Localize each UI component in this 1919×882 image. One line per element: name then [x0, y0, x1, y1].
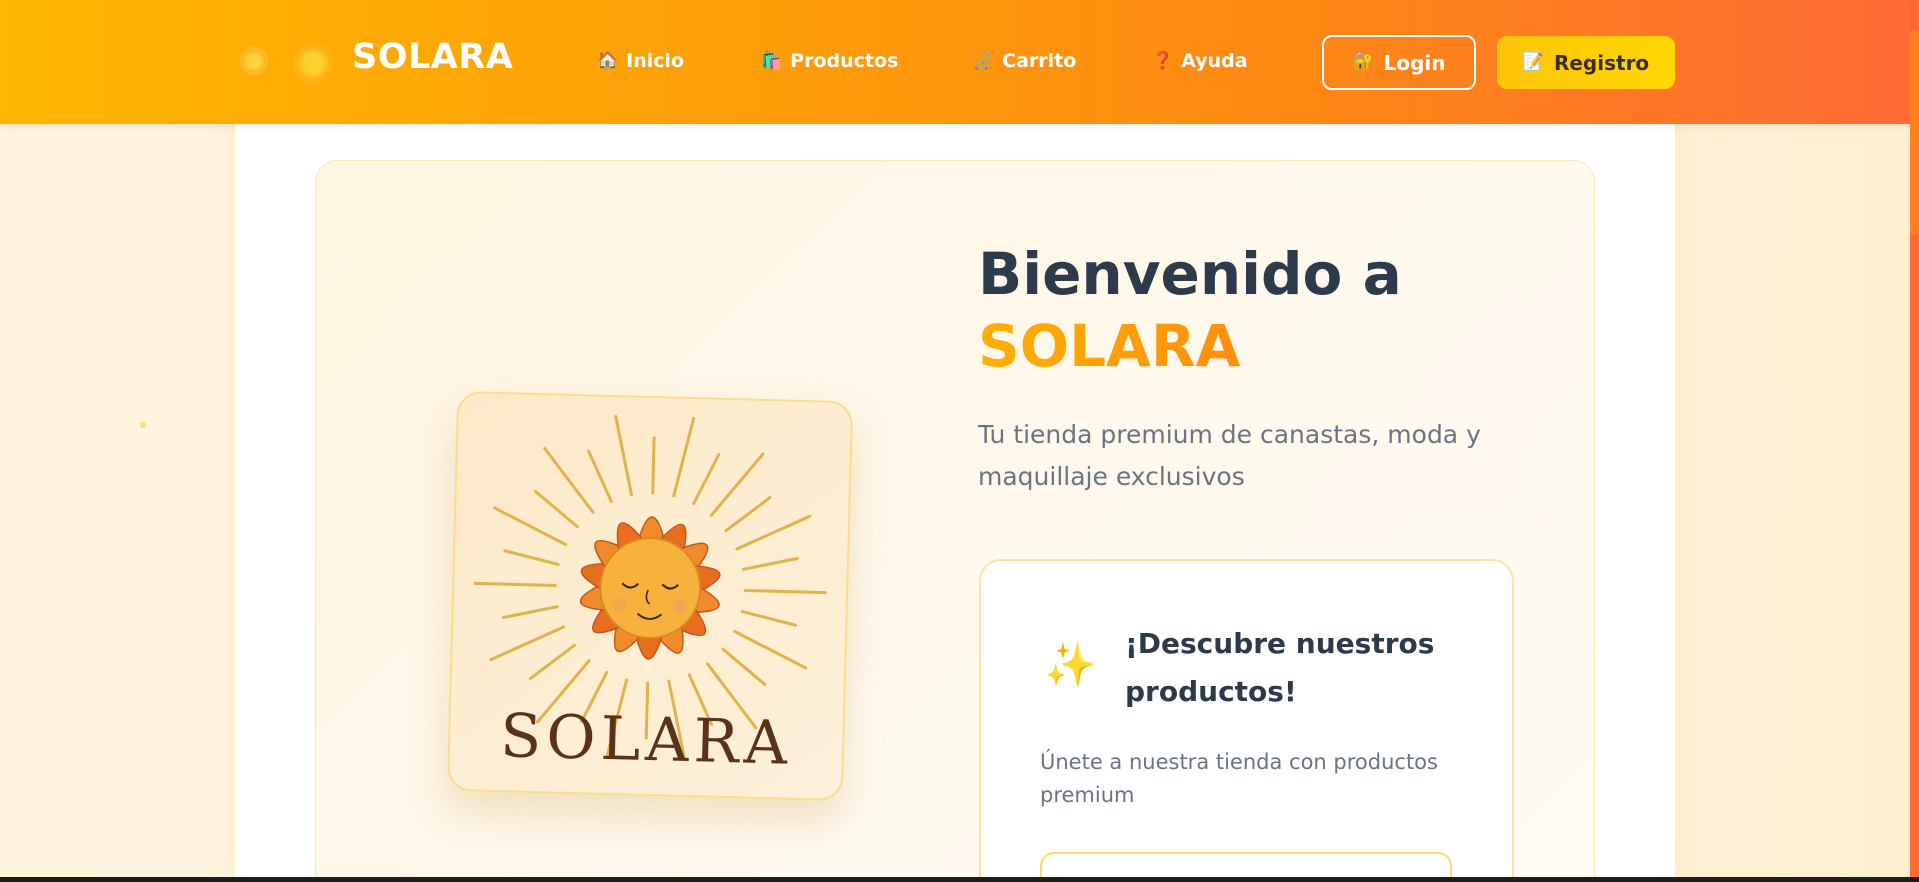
sun-ray [672, 416, 696, 498]
scrollbar-thumb[interactable] [1910, 30, 1919, 235]
hero-title-accent: SOLARA [978, 310, 1402, 382]
sun-logo-icon [296, 46, 330, 80]
nav-item-label: Carrito [1002, 50, 1077, 72]
sun-ray [501, 605, 559, 620]
login-label: Login [1383, 50, 1446, 75]
question-icon: ❓ [1152, 50, 1174, 71]
sun-ray [529, 643, 576, 680]
memo-icon: 📝 [1522, 52, 1544, 72]
nav-item-carrito[interactable]: 🛒 Carrito [973, 50, 1076, 72]
logo-wordmark: SOLARA [499, 701, 793, 779]
register-label: Registro [1553, 50, 1650, 75]
register-button[interactable]: 📝 Registro [1497, 36, 1675, 89]
solara-logo-card: SOLARA [446, 390, 854, 802]
sun-ray [743, 588, 827, 595]
nav-item-label: Productos [790, 50, 899, 72]
promo-title: ¡Descubre nuestros productos! [1125, 627, 1435, 708]
nav-item-label: Ayuda [1181, 50, 1248, 72]
sun-ray [503, 549, 560, 566]
sun-icon [242, 49, 266, 73]
sun-ray [724, 496, 772, 533]
hero-subtitle: Tu tienda premium de canastas, moda y ma… [978, 420, 1481, 491]
sun-ray [741, 556, 799, 571]
sun-ray [614, 414, 634, 497]
promo-text: Únete a nuestra tienda con productos pre… [1040, 750, 1438, 807]
brand-name[interactable]: SOLARA [352, 37, 513, 77]
nav-item-label: Inicio [626, 50, 685, 72]
login-button[interactable]: 🔐 Login [1322, 35, 1476, 90]
top-navbar: SOLARA 🏠 Inicio 🛍️ Productos 🛒 Carrito ❓… [0, 0, 1910, 124]
lock-icon: 🔐 [1352, 52, 1374, 72]
sun-ray [721, 647, 767, 687]
sparkles-icon: ✨ [1044, 640, 1097, 689]
sun-ray [733, 629, 808, 670]
window-bottom-edge [0, 877, 1919, 882]
hero-title-line: Bienvenido a [978, 240, 1402, 308]
sun-ray [740, 610, 798, 627]
promo-card [979, 559, 1514, 882]
sun-ray [587, 449, 613, 503]
shopping-bag-icon: 🛍️ [761, 50, 783, 71]
home-icon: 🏠 [597, 50, 619, 71]
sun-ray [473, 581, 557, 588]
nav-item-inicio[interactable]: 🏠 Inicio [597, 50, 684, 72]
sun-ray [651, 436, 656, 495]
hero-title: Bienvenido a SOLARA [978, 238, 1402, 382]
sun-ray [735, 514, 812, 551]
sun-ray [533, 489, 580, 529]
sun-ray [493, 506, 568, 547]
sun-logo-illustration: SOLARA [473, 414, 827, 779]
nav-item-ayuda[interactable]: ❓ Ayuda [1152, 50, 1248, 72]
cart-icon: 🛒 [973, 50, 995, 71]
sun-ray [489, 625, 566, 662]
nav-item-productos[interactable]: 🛍️ Productos [761, 50, 898, 72]
sun-ray [692, 453, 721, 506]
